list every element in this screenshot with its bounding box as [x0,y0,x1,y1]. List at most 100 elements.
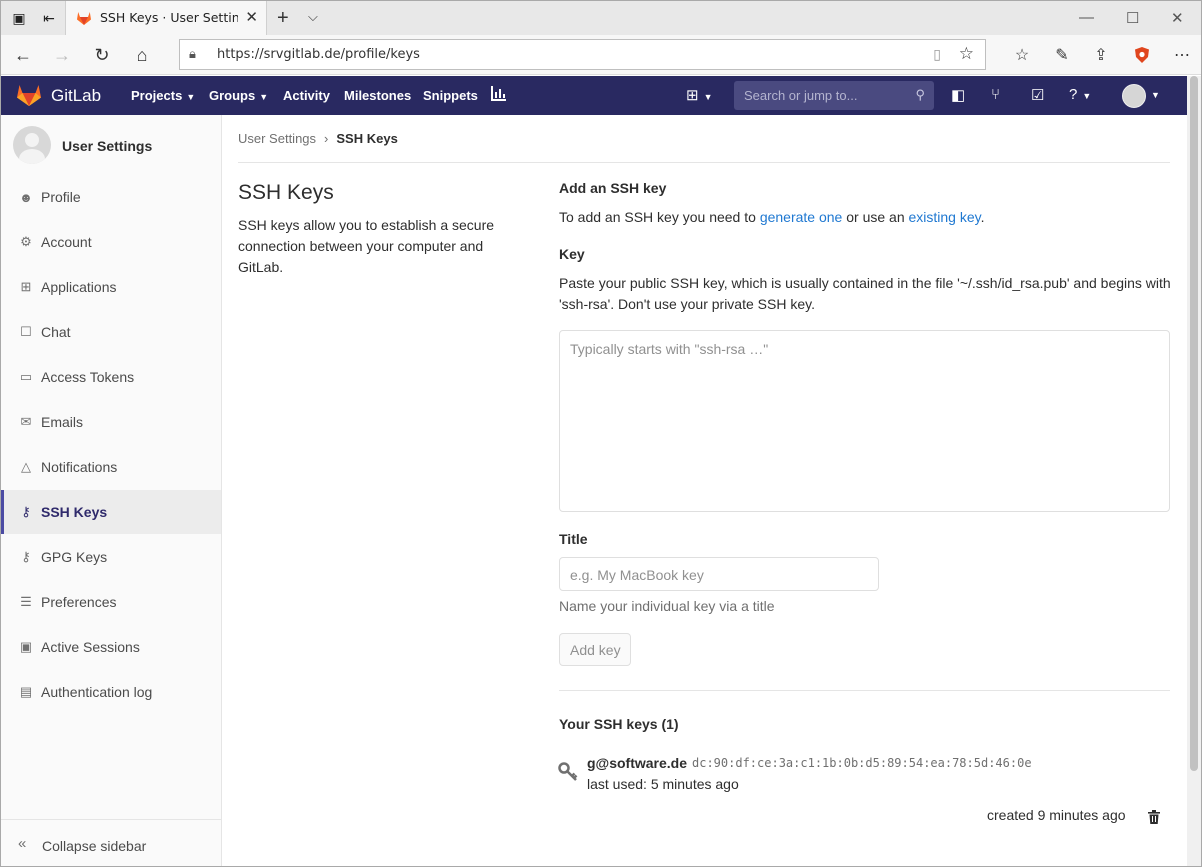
trash-icon[interactable] [1148,810,1160,824]
search-icon: ⚲ [915,87,925,102]
sidebar-item-label: GPG Keys [41,549,108,565]
title-input[interactable]: e.g. My MacBook key [559,557,879,591]
search-placeholder: Search or jump to... [744,88,858,103]
brand-name[interactable]: GitLab [51,86,101,106]
nav-milestones[interactable]: Milestones [344,88,411,103]
user-avatar[interactable] [1122,84,1146,108]
double-chevron-left-icon: « [18,835,27,852]
sidebar-item-applications[interactable]: ⊞ Applications [1,265,221,309]
sidebar-item-label: Preferences [41,594,117,610]
divider [238,162,1170,163]
sidebar-item-profile[interactable]: ☻ Profile [1,175,221,219]
nav-snippets[interactable]: Snippets [423,88,478,103]
key-icon: ⚷ [21,504,31,519]
breadcrumb-parent[interactable]: User Settings [238,131,316,146]
sidebar-item-chat[interactable]: ☐ Chat [1,310,221,354]
tab-actions-icon[interactable]: ▣ [9,8,29,28]
breadcrumb: User Settings › SSH Keys [238,131,398,146]
sidebar-item-authentication-log[interactable]: ▤ Authentication log [1,670,221,714]
sidebar-item-label: Emails [41,414,84,430]
nav-groups[interactable]: Groups ▼ [209,88,268,103]
sidebar-item-label: Authentication log [41,684,153,700]
tab-strip: ▣ ⇤ SSH Keys · User Settings ✕ + ⌵ — ☐ ✕ [1,1,1201,35]
close-window-icon[interactable]: ✕ [1171,9,1184,27]
nav-activity[interactable]: Activity [283,88,330,103]
new-tab-icon[interactable]: + [277,7,289,30]
address-field[interactable]: 🔒︎ https://srvgitlab.de/profile/keys ▯ ☆ [179,39,986,70]
merge-request-icon[interactable]: ⑂ [991,86,1000,103]
tab-title: SSH Keys · User Settings [100,10,238,25]
chevron-down-icon[interactable]: ⌵ [308,9,318,25]
sidebar-item-label: Notifications [41,459,118,475]
title-help: Name your individual key via a title [559,598,775,614]
gitlab-header: GitLab Projects ▼ Groups ▼ Activity Milest… [1,76,1187,115]
more-menu-icon[interactable]: ⋯ [1170,43,1194,67]
breadcrumb-current[interactable]: SSH Keys [336,131,397,146]
page-title: SSH Keys [238,181,334,204]
sidebar-item-label: Access Tokens [41,369,135,385]
sidebar-item-notifications[interactable]: △ Notifications [1,445,221,489]
ssh-key-fingerprint: dc:90:df:ce:3a:c1:1b:0b:d5:89:54:ea:78:5… [692,756,1032,770]
chevron-down-icon: ▼ [259,92,269,102]
sidebar-item-preferences[interactable]: ☰ Preferences [1,580,221,624]
add-key-heading: Add an SSH key [559,180,667,196]
existing-key-link[interactable]: existing key [909,209,981,225]
gitlab-favicon-icon [77,12,91,25]
sidebar-item-gpg-keys[interactable]: ⚷ GPG Keys [1,535,221,579]
set-aside-tabs-icon[interactable]: ⇤ [39,8,59,28]
token-icon: ▭ [19,369,33,384]
search-input[interactable]: Search or jump to... ⚲ [734,81,934,110]
sidebar-item-account[interactable]: ⚙ Account [1,220,221,264]
bell-icon: △ [21,459,31,474]
chevron-down-icon[interactable]: ▼ [1151,90,1160,100]
browser-window: ▣ ⇤ SSH Keys · User Settings ✕ + ⌵ — ☐ ✕… [0,0,1202,867]
home-icon[interactable]: ⌂ [130,43,154,67]
generate-one-link[interactable]: generate one [760,209,843,225]
add-key-button[interactable]: Add key [559,633,631,666]
notes-pen-icon[interactable]: ✎ [1050,43,1074,67]
account-icon: ⚙ [20,234,32,249]
favorites-list-icon[interactable]: ☆ [1010,43,1034,67]
reading-view-icon[interactable]: ▯ [933,46,941,63]
settings-sidebar: User Settings ☻ Profile ⚙ Account ⊞ Applicati… [1,115,222,866]
shield-extension-icon[interactable] [1130,43,1154,67]
sidebar-title: User Settings [62,138,153,154]
back-icon[interactable]: ← [11,43,35,67]
page-scrollbar[interactable] [1187,76,1201,866]
nav-projects-label: Projects [131,88,183,103]
nav-groups-label: Groups [209,88,256,103]
maximize-icon[interactable]: ☐ [1126,9,1139,27]
key-textarea[interactable]: Typically starts with "ssh-rsa …" [559,330,1170,512]
todo-check-icon[interactable]: ☑ [1031,86,1044,104]
help-icon[interactable]: ? ▼ [1069,86,1091,103]
sidebar-toggle-icon[interactable]: ◧ [951,86,965,104]
sidebar-item-emails[interactable]: ✉ Emails [1,400,221,444]
favorite-star-icon[interactable]: ☆ [959,44,974,64]
browser-tab-active[interactable]: SSH Keys · User Settings ✕ [65,1,267,35]
collapse-sidebar-button[interactable]: « Collapse sidebar [1,819,221,866]
scrollbar-thumb[interactable] [1190,76,1198,771]
divider [559,690,1170,691]
ssh-key-created: created 9 minutes ago [987,807,1126,823]
sidebar-header[interactable]: User Settings [1,115,221,175]
minimize-icon[interactable]: — [1079,9,1094,26]
nav-projects[interactable]: Projects ▼ [131,88,195,103]
intro-text-2: or use an [842,209,909,225]
sidebar-item-label: Profile [41,189,81,205]
sidebar-item-ssh-keys[interactable]: ⚷ SSH Keys [1,490,221,534]
close-tab-icon[interactable]: ✕ [245,8,258,26]
key-help: Paste your public SSH key, which is usua… [559,275,1171,312]
sidebar-item-active-sessions[interactable]: ▣ Active Sessions [1,625,221,669]
lock-icon: 🔒︎ [189,46,196,61]
monitor-icon: ▣ [19,639,33,654]
intro-text-3: . [980,209,985,225]
chart-icon[interactable] [491,86,507,105]
sidebar-item-access-tokens[interactable]: ▭ Access Tokens [1,355,221,399]
share-icon[interactable]: ⇪ [1089,43,1113,67]
forward-icon[interactable]: → [50,43,74,67]
gitlab-logo-icon[interactable] [16,83,42,107]
refresh-icon[interactable]: ↻ [90,43,114,67]
ssh-key-title[interactable]: g@software.de [587,755,687,771]
plus-dropdown-icon[interactable]: ⊞ ▼ [686,86,713,104]
main-content: User Settings › SSH Keys SSH Keys SSH keys… [222,115,1187,866]
